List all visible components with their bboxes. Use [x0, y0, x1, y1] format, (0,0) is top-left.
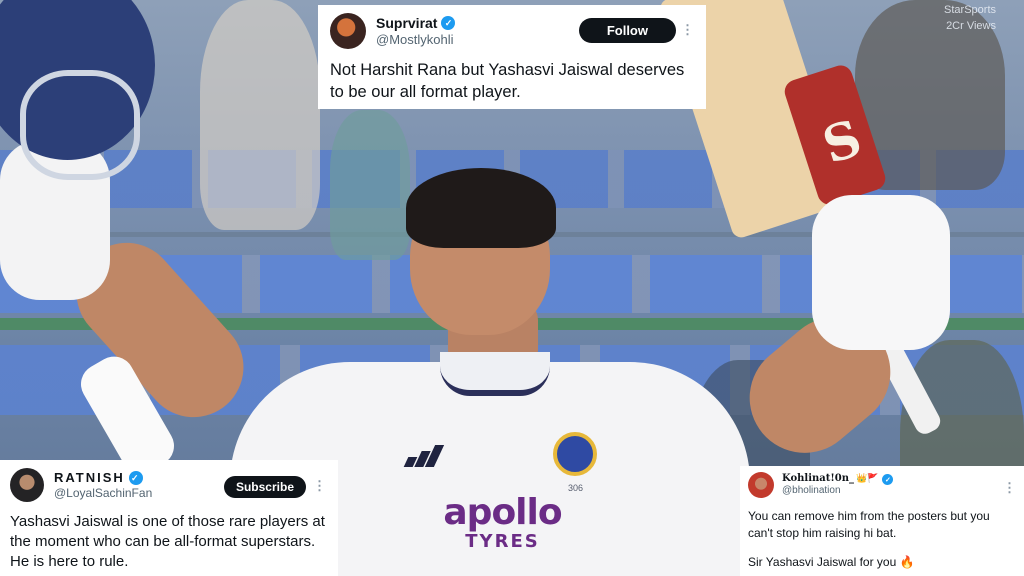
batting-glove-right: [812, 195, 950, 350]
more-options-icon[interactable]: ⋮: [313, 478, 326, 494]
author-name[interactable]: RATNISH: [54, 470, 125, 486]
tweet-card: RATNISH ✓ @LoyalSachinFan Subscribe ⋮ Ya…: [0, 460, 338, 576]
sponsor-name: apollo: [443, 492, 562, 533]
broadcast-channel: StarSports: [944, 4, 996, 16]
kit-brand-icon: [402, 445, 445, 467]
tweet-header: RATNISH ✓ @LoyalSachinFan Subscribe ⋮: [10, 468, 328, 502]
player-hair: [406, 168, 556, 248]
sponsor-logo: apollo TYRES: [420, 492, 585, 553]
sponsor-subtitle: TYRES: [465, 531, 540, 552]
avatar[interactable]: [748, 472, 774, 498]
author-handle[interactable]: @LoyalSachinFan: [54, 486, 152, 500]
tweet-card: Suprvirat ✓ @Mostlykohli Follow ⋮ Not Ha…: [318, 5, 706, 109]
view-count: 2Cr Views: [946, 20, 996, 32]
broadcast-watermark: StarSports 2Cr Views: [944, 4, 996, 32]
jersey-collar: [440, 352, 550, 396]
verified-badge-icon: ✓: [441, 16, 456, 31]
author-name[interactable]: Suprvirat: [376, 15, 437, 32]
follow-button[interactable]: Follow: [578, 18, 676, 43]
spectator: [200, 0, 320, 230]
tweet-text: You can remove him from the posters but …: [748, 509, 990, 540]
jersey-number: 306: [568, 483, 584, 493]
tweet-author: RATNISH ✓ @LoyalSachinFan: [54, 470, 152, 500]
author-handle[interactable]: @Mostlykohli: [376, 32, 455, 48]
tweet-header: Kohlinat!0n_ 👑🚩 ✓ @bholination ⋮: [748, 472, 1016, 498]
author-handle[interactable]: @bholination: [782, 485, 893, 497]
avatar[interactable]: [10, 468, 44, 502]
tweet-text: Not Harshit Rana but Yashasvi Jaiswal de…: [330, 61, 685, 101]
more-options-icon[interactable]: ⋮: [681, 22, 694, 38]
tweet-card: Kohlinat!0n_ 👑🚩 ✓ @bholination ⋮ You can…: [740, 466, 1024, 576]
author-name[interactable]: Kohlinat!0n_: [782, 473, 854, 485]
team-crest-icon: [553, 432, 597, 476]
subscribe-button[interactable]: Subscribe: [223, 476, 306, 498]
tweet-author: Suprvirat ✓ @Mostlykohli: [376, 15, 456, 48]
tweet-text: Yashasvi Jaiswal is one of those rare pl…: [10, 513, 325, 570]
crown-flag-emoji: 👑🚩: [856, 473, 879, 484]
spectator: [330, 110, 410, 260]
tweet-text-line2: Sir Yashasvi Jaiswal for you 🔥: [748, 555, 915, 569]
avatar[interactable]: [330, 13, 366, 49]
verified-badge-icon: ✓: [882, 473, 894, 485]
helmet-grill: [20, 70, 140, 180]
verified-badge-icon: ✓: [128, 470, 143, 485]
more-options-icon[interactable]: ⋮: [1003, 480, 1016, 496]
tweet-author: Kohlinat!0n_ 👑🚩 ✓ @bholination: [782, 473, 894, 497]
tweet-header: Suprvirat ✓ @Mostlykohli Follow ⋮: [330, 13, 694, 49]
